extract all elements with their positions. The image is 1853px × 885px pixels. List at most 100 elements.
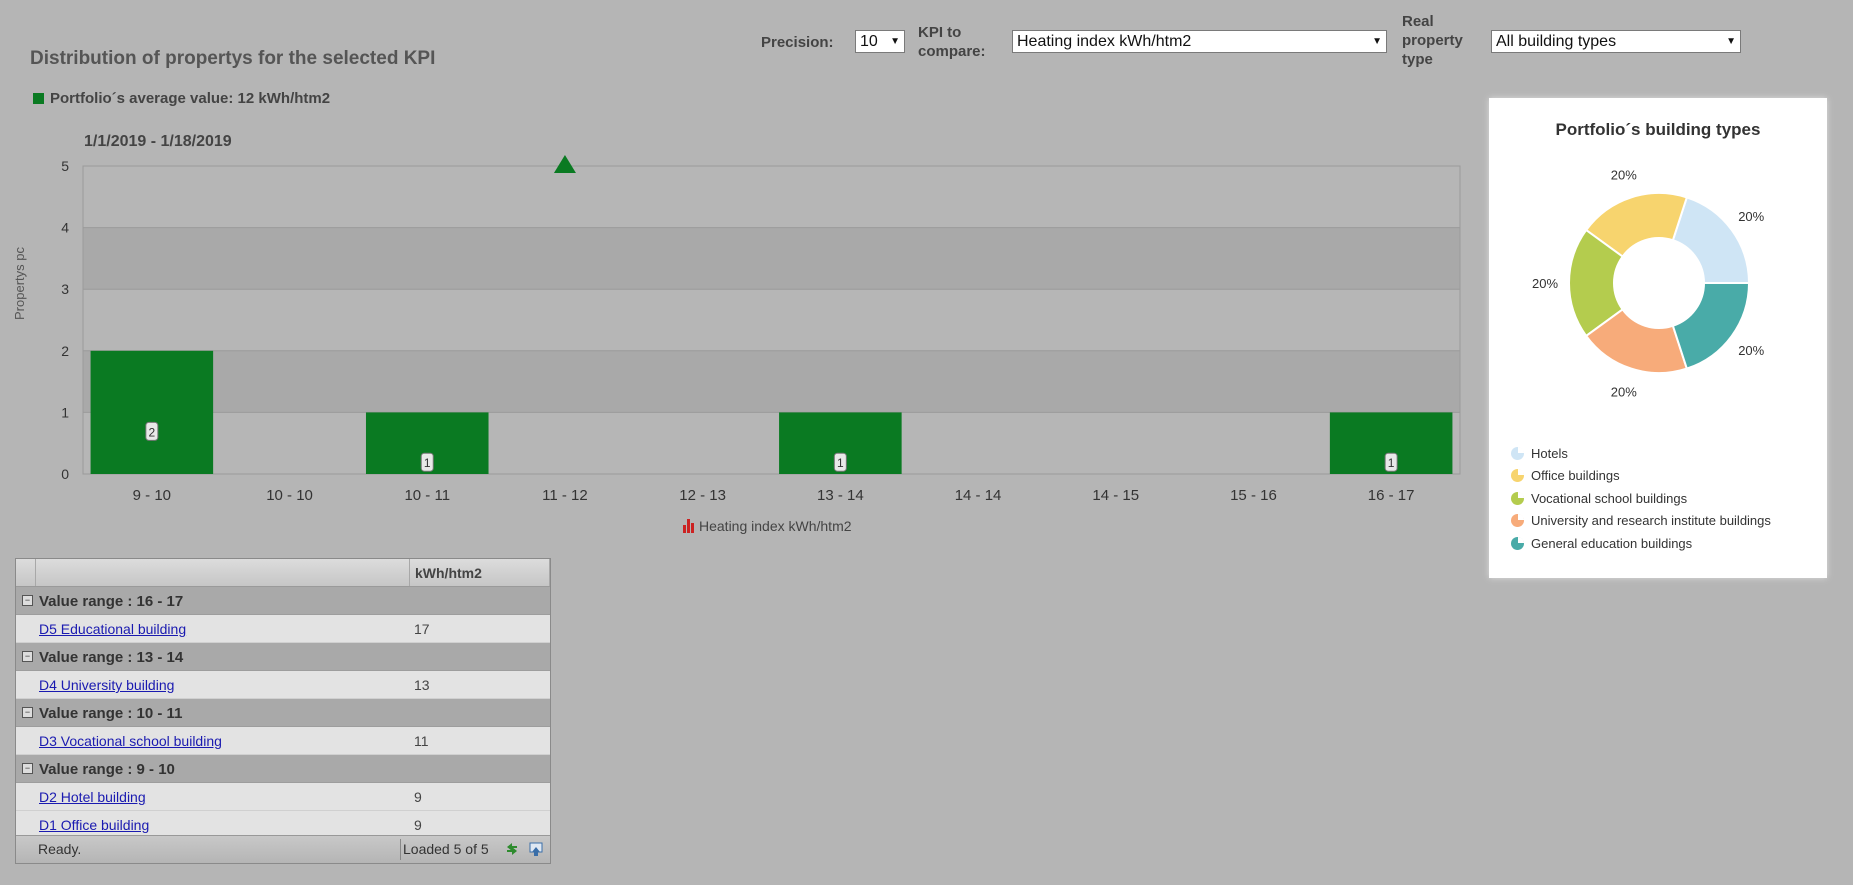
- grid-header: kWh/htm2: [16, 559, 550, 587]
- collapse-icon[interactable]: −: [22, 651, 33, 662]
- building-link[interactable]: D1 Office building: [39, 817, 149, 833]
- export-icon[interactable]: [526, 839, 546, 859]
- series-legend-label: Heating index kWh/htm2: [699, 518, 852, 534]
- grid-column-title: kWh/htm2: [415, 565, 482, 581]
- table-row: D3 Vocational school building 11: [16, 727, 550, 755]
- pie-chart-title: Portfolio´s building types: [1555, 120, 1761, 139]
- slice-percent-label: 20%: [1611, 384, 1637, 399]
- pie-legend-label: University and research institute buildi…: [1531, 513, 1771, 529]
- data-label: 1: [1388, 456, 1395, 470]
- pie-legend-item[interactable]: University and research institute buildi…: [1511, 510, 1771, 533]
- pie-legend-label: Office buildings: [1531, 468, 1620, 484]
- dropdown-arrow-icon: ▼: [1726, 36, 1736, 47]
- x-tick-label: 14 - 15: [1092, 487, 1139, 504]
- pie-slice-icon: [1511, 514, 1524, 528]
- building-link[interactable]: D5 Educational building: [39, 621, 186, 637]
- property-type-select[interactable]: All building types ▼: [1491, 30, 1741, 53]
- grid-band: [83, 289, 1460, 351]
- pie-legend-label: General education buildings: [1531, 535, 1693, 551]
- grid-status-text: Ready.: [38, 841, 82, 857]
- slice-percent-label: 20%: [1738, 209, 1764, 224]
- x-tick-label: 10 - 10: [266, 487, 313, 504]
- grid-status-bar: Ready. Loaded 5 of 5: [16, 835, 550, 863]
- group-row: − Value range : 9 - 10: [16, 755, 550, 783]
- building-types-donut-chart: 20% 20% 20% 20% 20%: [1532, 168, 1765, 400]
- refresh-icon[interactable]: [502, 839, 522, 859]
- table-row: D4 University building 13: [16, 671, 550, 699]
- grid-band: [83, 412, 1460, 474]
- pie-legend-item[interactable]: Hotels: [1511, 442, 1771, 465]
- bar-chart-icon: [683, 519, 694, 533]
- grid-header-cell: [16, 559, 36, 586]
- group-label: Value range : 13 - 14: [39, 649, 184, 666]
- x-tick-label: 13 - 14: [817, 487, 864, 504]
- average-value-legend: Portfolio´s average value: 12 kWh/htm2: [33, 90, 330, 107]
- dropdown-arrow-icon: ▼: [890, 36, 900, 47]
- pie-legend: Hotels Office buildings Vocational school …: [1511, 442, 1771, 555]
- x-tick-label: 16 - 17: [1368, 487, 1415, 504]
- group-label: Value range : 16 - 17: [39, 593, 184, 610]
- data-label: 1: [424, 456, 431, 470]
- pie-legend-item[interactable]: Office buildings: [1511, 465, 1771, 488]
- bar[interactable]: [90, 350, 214, 474]
- data-label: 2: [149, 425, 156, 439]
- page-title: Distribution of propertys for the select…: [30, 48, 436, 69]
- kwh-value: 13: [414, 677, 430, 693]
- group-label: Value range : 10 - 11: [39, 705, 183, 722]
- dropdown-arrow-icon: ▼: [1372, 36, 1382, 47]
- kpi-value: Heating index kWh/htm2: [1017, 32, 1192, 50]
- pie-slice-icon: [1511, 536, 1524, 550]
- pie-legend-item[interactable]: Vocational school buildings: [1511, 487, 1771, 510]
- slice-percent-label: 20%: [1738, 343, 1764, 358]
- average-marker-icon: [553, 155, 576, 173]
- group-row: − Value range : 10 - 11: [16, 699, 550, 727]
- y-tick-label: 4: [61, 220, 69, 236]
- kwh-value: 9: [414, 789, 422, 805]
- kpi-label: KPI to compare:: [918, 23, 986, 61]
- property-type-label: Real property type: [1402, 12, 1463, 69]
- y-tick-label: 0: [61, 466, 69, 482]
- collapse-icon[interactable]: −: [22, 763, 33, 774]
- kwh-value: 11: [414, 733, 429, 749]
- x-tick-label: 14 - 14: [955, 487, 1002, 504]
- kpi-label-line: KPI to: [918, 24, 962, 41]
- average-color-swatch: [33, 93, 44, 104]
- grid-header-cell: [36, 559, 410, 586]
- pie-slice-icon: [1511, 469, 1524, 483]
- precision-value: 10: [860, 32, 878, 50]
- property-type-label-line: type: [1402, 51, 1433, 68]
- donut-hole: [1615, 239, 1703, 327]
- building-link[interactable]: D4 University building: [39, 677, 174, 693]
- y-tick-label: 1: [61, 404, 69, 420]
- kpi-select[interactable]: Heating index kWh/htm2 ▼: [1012, 30, 1387, 53]
- grid-band: [83, 350, 1460, 413]
- kwh-value: 17: [414, 621, 430, 637]
- grid-band: [83, 166, 1460, 228]
- building-link[interactable]: D2 Hotel building: [39, 789, 146, 805]
- building-grid: kWh/htm2 − Value range : 16 - 17 D5 Educat…: [15, 558, 551, 864]
- series-legend[interactable]: Heating index kWh/htm2: [683, 518, 852, 534]
- building-link[interactable]: D3 Vocational school building: [39, 733, 222, 749]
- collapse-icon[interactable]: −: [22, 707, 33, 718]
- collapse-icon[interactable]: −: [22, 595, 33, 606]
- precision-select[interactable]: 10 ▼: [855, 30, 905, 53]
- x-tick-label: 12 - 13: [679, 487, 726, 504]
- y-tick-label: 5: [61, 158, 69, 174]
- grid-loaded-count: Loaded 5 of 5: [403, 841, 489, 857]
- pie-legend-label: Hotels: [1531, 445, 1568, 461]
- x-tick-label: 11 - 12: [542, 487, 588, 504]
- pie-legend-item[interactable]: General education buildings: [1511, 532, 1771, 555]
- table-row: D5 Educational building 17: [16, 615, 550, 643]
- property-type-value: All building types: [1496, 32, 1617, 50]
- grid-header-kwh[interactable]: kWh/htm2: [410, 559, 550, 586]
- distribution-bar-chart: 0 1 2 3 4 5 2 9 - 10 10 - 10 1 10 - 11 11 - 12 12 - …: [61, 155, 1461, 504]
- pie-slice-icon: [1511, 446, 1524, 460]
- x-tick-label: 9 - 10: [133, 487, 171, 504]
- group-row: − Value range : 16 - 17: [16, 587, 550, 615]
- x-tick-label: 10 - 11: [404, 487, 450, 504]
- grid-band: [83, 227, 1460, 290]
- group-row: − Value range : 13 - 14: [16, 643, 550, 671]
- slice-percent-label: 20%: [1532, 276, 1558, 291]
- pie-legend-label: Vocational school buildings: [1531, 490, 1688, 506]
- y-tick-label: 2: [61, 343, 69, 359]
